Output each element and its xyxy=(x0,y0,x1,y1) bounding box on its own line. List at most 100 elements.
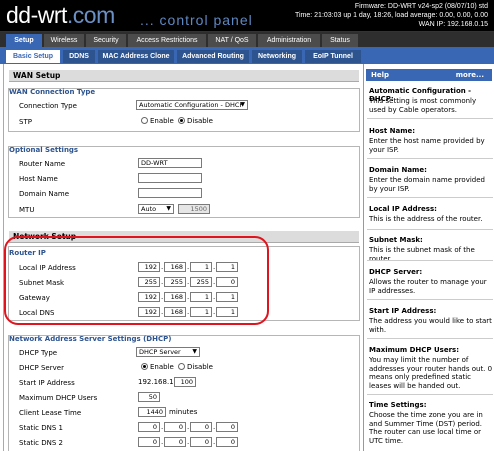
help-title: Help xyxy=(371,71,390,79)
help-item-title: Domain Name: xyxy=(369,166,427,174)
static-dns1-octet-3[interactable]: 0 xyxy=(190,422,212,432)
dhcp-type-value: DHCP Server xyxy=(139,348,181,356)
octet-dot: . xyxy=(187,438,190,446)
time-line: Time: 21:03:03 up 1 day, 18:26, load ave… xyxy=(294,12,488,19)
wan-setup-header: WAN Setup xyxy=(9,70,359,82)
divider xyxy=(367,299,493,300)
radio-icon xyxy=(141,117,148,124)
sub-nav: Basic Setup DDNS MAC Address Clone Advan… xyxy=(0,47,494,64)
start-ip-input[interactable]: 100 xyxy=(174,377,196,387)
help-item-text: Choose the time zone you are in and Summ… xyxy=(369,411,483,445)
tab-wireless[interactable]: Wireless xyxy=(44,34,84,47)
static-dns1-label: Static DNS 1 xyxy=(19,424,63,432)
dhcp-disable-label: Disable xyxy=(187,363,213,371)
firmware-line: Firmware: DD-WRT v24-sp2 (08/07/10) std xyxy=(354,3,488,10)
divider xyxy=(367,338,493,339)
subtab-advanced-routing[interactable]: Advanced Routing xyxy=(177,50,249,63)
static-dns2-octet-3[interactable]: 0 xyxy=(190,437,212,447)
lease-time-label: Client Lease Time xyxy=(19,409,82,417)
static-dns1-octet-4[interactable]: 0 xyxy=(216,422,238,432)
help-item-text: This setting is most commonly used by Ca… xyxy=(369,97,477,114)
domain-name-input[interactable] xyxy=(138,188,202,198)
connection-type-select[interactable]: Automatic Configuration - DHCP ▼ xyxy=(136,100,248,110)
octet-dot: . xyxy=(213,438,216,446)
stp-disable-label: Disable xyxy=(187,117,213,125)
mtu-mode-select[interactable]: Auto ▼ xyxy=(138,204,174,214)
octet-dot: . xyxy=(187,423,190,431)
connection-type-value: Automatic Configuration - DHCP xyxy=(139,101,244,109)
stp-label: STP xyxy=(19,118,32,126)
divider xyxy=(367,118,493,119)
static-dns2-octet-2[interactable]: 0 xyxy=(164,437,186,447)
static-dns1-octet-1[interactable]: 0 xyxy=(138,422,160,432)
chevron-down-icon: ▼ xyxy=(240,101,245,108)
lease-time-input[interactable]: 1440 xyxy=(138,407,166,417)
help-item-title: Subnet Mask: xyxy=(369,236,423,244)
static-dns1-octet-2[interactable]: 0 xyxy=(164,422,186,432)
subtab-ddns[interactable]: DDNS xyxy=(63,50,95,63)
router-name-input[interactable]: DD-WRT xyxy=(138,158,202,168)
help-item-text: Enter the domain name provided by your I… xyxy=(369,176,485,193)
help-item-text: This is the address of the router. xyxy=(369,215,483,223)
dhcp-disable-radio[interactable]: Disable xyxy=(178,362,213,372)
octet-dot: . xyxy=(161,438,164,446)
chevron-down-icon: ▼ xyxy=(192,348,197,355)
subtab-basic-setup[interactable]: Basic Setup xyxy=(6,50,60,63)
help-item-title: Start IP Address: xyxy=(369,307,437,315)
help-item-text: You may limit the number of addresses yo… xyxy=(369,356,493,390)
mtu-value-input[interactable]: 1500 xyxy=(178,204,210,214)
divider xyxy=(367,260,493,261)
divider xyxy=(367,394,493,395)
tab-nat-qos[interactable]: NAT / QoS xyxy=(208,34,256,47)
max-dhcp-users-label: Maximum DHCP Users xyxy=(19,394,98,402)
connection-type-label: Connection Type xyxy=(19,102,77,110)
firmware-info: Firmware: DD-WRT v24-sp2 (08/07/10) std … xyxy=(295,2,488,29)
static-dns2-octet-4[interactable]: 0 xyxy=(216,437,238,447)
divider xyxy=(367,158,493,159)
dhcp-type-select[interactable]: DHCP Server ▼ xyxy=(136,347,200,357)
tab-administration[interactable]: Administration xyxy=(258,34,320,47)
domain-name-label: Domain Name xyxy=(19,190,70,198)
tab-security[interactable]: Security xyxy=(86,34,126,47)
octet-dot: . xyxy=(213,423,216,431)
chevron-down-icon: ▼ xyxy=(166,205,171,212)
subtab-eoip-tunnel[interactable]: EoIP Tunnel xyxy=(305,50,361,63)
help-item-text: Enter the host name provided by your ISP… xyxy=(369,137,485,154)
mtu-label: MTU xyxy=(19,206,35,214)
octet-dot: . xyxy=(161,423,164,431)
help-item-text: Allows the router to manage your IP addr… xyxy=(369,278,487,295)
tab-setup[interactable]: Setup xyxy=(6,34,42,47)
help-item-title: DHCP Server: xyxy=(369,268,423,276)
start-ip-label: Start IP Address xyxy=(19,379,75,387)
router-name-label: Router Name xyxy=(19,160,66,168)
help-item-title: Local IP Address: xyxy=(369,205,437,213)
dhcp-enable-label: Enable xyxy=(150,363,174,371)
help-item-title: Host Name: xyxy=(369,127,416,135)
dhcp-enable-radio[interactable]: Enable xyxy=(141,362,174,372)
optional-settings-title: Optional Settings xyxy=(9,146,79,154)
radio-selected-icon xyxy=(141,363,148,370)
stp-enable-radio[interactable]: Enable xyxy=(141,116,174,126)
static-dns2-octet-1[interactable]: 0 xyxy=(138,437,160,447)
radio-icon xyxy=(178,363,185,370)
stp-disable-radio[interactable]: Disable xyxy=(178,116,213,126)
lease-time-unit: minutes xyxy=(169,408,198,416)
help-item-title: Maximum DHCP Users: xyxy=(369,346,460,354)
tab-status[interactable]: Status xyxy=(322,34,358,47)
help-more-link[interactable]: more... xyxy=(456,69,484,81)
mtu-mode-value: Auto xyxy=(141,205,157,213)
control-panel-title: ... control panel xyxy=(140,12,253,28)
tab-access-restrictions[interactable]: Access Restrictions xyxy=(128,34,206,47)
main-nav: Setup Wireless Security Access Restricti… xyxy=(0,32,494,47)
max-dhcp-users-input[interactable]: 50 xyxy=(138,392,160,402)
divider xyxy=(367,229,493,230)
help-item-text: The address you would like to start with… xyxy=(369,317,492,334)
header-bar: dd-wrt.com ... control panel Firmware: D… xyxy=(0,0,494,32)
ddwrt-logo: dd-wrt.com xyxy=(6,2,115,28)
divider xyxy=(367,197,493,198)
subtab-networking[interactable]: Networking xyxy=(252,50,302,63)
host-name-input[interactable] xyxy=(138,173,202,183)
dhcp-server-label: DHCP Server xyxy=(19,364,64,372)
subtab-mac-address-clone[interactable]: MAC Address Clone xyxy=(98,50,174,63)
host-name-label: Host Name xyxy=(19,175,58,183)
